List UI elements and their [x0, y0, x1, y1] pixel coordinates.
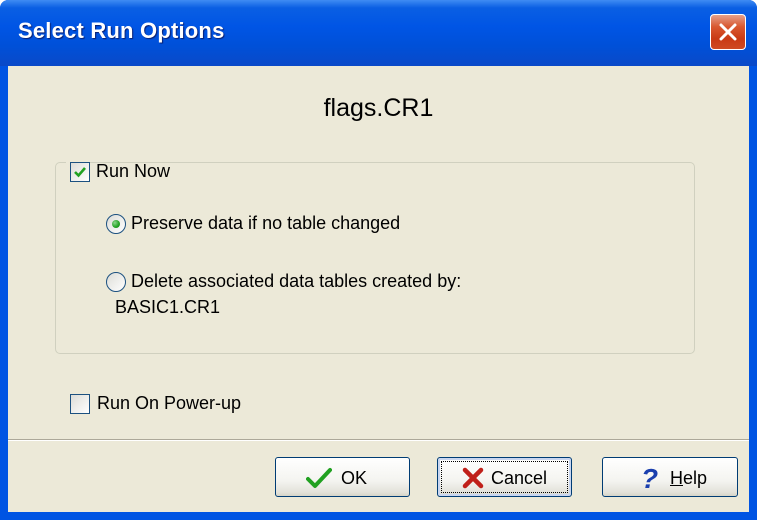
delete-tables-label[interactable]: Delete associated data tables created by…: [131, 271, 461, 292]
window-title: Select Run Options: [18, 18, 225, 43]
svg-text:?: ?: [641, 464, 658, 492]
preserve-data-radio[interactable]: [106, 214, 126, 234]
run-now-checkbox[interactable]: [70, 162, 90, 182]
program-filename: flags.CR1: [323, 94, 434, 122]
run-now-label[interactable]: Run Now: [96, 161, 170, 182]
radio-selected-dot: [112, 220, 120, 228]
ok-label: OK: [341, 468, 368, 488]
ok-button[interactable]: OK: [275, 457, 410, 497]
close-icon: [719, 23, 737, 41]
help-accelerator: H: [670, 468, 683, 488]
cancel-button[interactable]: Cancel: [437, 457, 572, 497]
close-button[interactable]: [710, 14, 746, 50]
check-icon: [306, 468, 332, 488]
footer-separator: [8, 439, 749, 441]
delete-tables-program-name: BASIC1.CR1: [115, 297, 221, 317]
help-label-rest: elp: [683, 468, 708, 488]
x-icon: [462, 467, 484, 489]
help-label: Help: [670, 468, 707, 489]
preserve-data-label[interactable]: Preserve data if no table changed: [131, 213, 400, 234]
question-icon: ?: [641, 464, 658, 492]
run-on-powerup-checkbox[interactable]: [70, 394, 90, 414]
help-button[interactable]: ? Help: [602, 457, 738, 497]
checkmark-icon: [74, 167, 86, 178]
delete-tables-radio[interactable]: [106, 272, 126, 292]
dialog-body: flags.CR1 Run Now Preserve data if no ta…: [8, 66, 749, 512]
run-now-group: [55, 162, 695, 354]
dialog-window: Select Run Options flags.CR1 Run Now Pre…: [0, 0, 757, 520]
cancel-label: Cancel: [491, 468, 548, 488]
run-on-powerup-label[interactable]: Run On Power-up: [97, 393, 241, 414]
title-bar[interactable]: Select Run Options: [0, 0, 757, 66]
